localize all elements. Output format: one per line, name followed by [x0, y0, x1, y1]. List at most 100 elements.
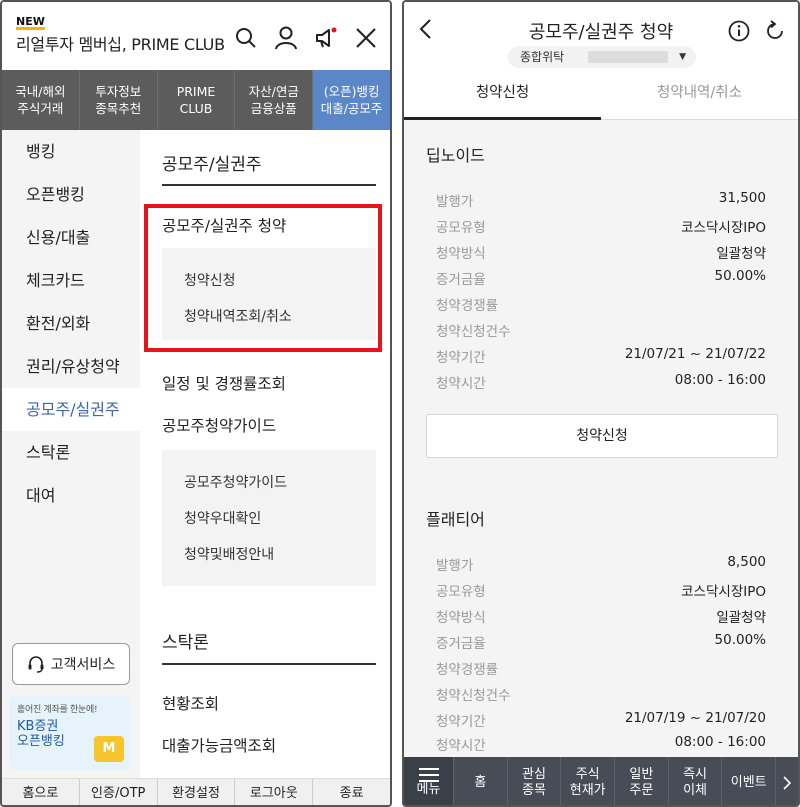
row-label: 청약신청건수 [436, 324, 511, 340]
account-label: 종합위탁 [520, 50, 565, 64]
bottom-cert-otp[interactable]: 인증/OTP [80, 779, 158, 805]
left-screen: NEW 리얼투자 멤버십, PRIME CLUB 국내/해외 주식거래 투자정보… [0, 0, 392, 807]
row-label: 청약경쟁률 [436, 662, 499, 678]
row-label: 청약신청건수 [436, 688, 511, 704]
sidebar-item-ipo[interactable]: 공모주/실권주 [2, 388, 140, 431]
tab-apply[interactable]: 청약신청 [404, 76, 601, 120]
info-row: 발행가 31,500 [436, 190, 766, 210]
info-row: 청약기간 21/07/21 ~ 21/07/22 [436, 346, 766, 366]
row-value: 일괄청약 [716, 246, 766, 262]
info-row: 증거금율 50.00% [436, 632, 766, 652]
row-label: 청약경쟁률 [436, 298, 499, 314]
sidebar-item-open-banking[interactable]: 오픈뱅킹 [2, 173, 140, 216]
info-row: 청약시간 08:00 - 16:00 [436, 372, 766, 392]
megaphone-icon[interactable] [310, 22, 342, 54]
brand[interactable]: NEW 리얼투자 멤버십, PRIME CLUB [16, 16, 225, 55]
topnav-stock-trading[interactable]: 국내/해외 주식거래 [2, 70, 80, 130]
promo-line2: KB증권 [17, 719, 59, 734]
headset-icon [28, 656, 44, 673]
customer-service-button[interactable]: 고객서비스 [12, 643, 130, 685]
masked-account-number [588, 51, 668, 63]
info-row: 청약방식 일괄청약 [436, 606, 766, 626]
sidebar: 뱅킹 오픈뱅킹 신용/대출 체크카드 환전/외화 권리/유상청약 공모주/실권주… [2, 130, 140, 778]
section-divider [162, 663, 376, 665]
refresh-icon[interactable] [764, 20, 786, 46]
bottom-nav-order[interactable]: 일반 주문 [615, 757, 669, 805]
row-label: 청약방식 [436, 246, 486, 262]
sidebar-item-stockloan[interactable]: 스탁론 [2, 431, 140, 474]
tab-history-cancel[interactable]: 청약내역/취소 [601, 76, 798, 119]
info-row: 공모유형 코스닥시장IPO [436, 216, 766, 236]
info-icon[interactable] [728, 20, 750, 46]
bottom-exit[interactable]: 종료 [313, 779, 390, 805]
row-label: 청약시간 [436, 738, 486, 754]
menu-schedule[interactable]: 일정 및 경쟁률조회 [162, 372, 286, 394]
bottom-home[interactable]: 홈으로 [2, 779, 80, 805]
bottom-nav-quote[interactable]: 주식 현재가 [561, 757, 616, 805]
row-value: 코스닥시장IPO [681, 220, 766, 236]
row-value: 31,500 [718, 190, 766, 206]
info-row: 청약방식 일괄청약 [436, 242, 766, 262]
submenu-allocation-info[interactable]: 청약및배정안내 [184, 544, 274, 564]
promo-line1: 흩어진 계좌를 한눈에! [17, 705, 98, 715]
row-value: 8,500 [727, 554, 766, 570]
bottom-nav-transfer[interactable]: 즉시 이체 [669, 757, 723, 805]
chevron-right-icon[interactable] [776, 757, 798, 805]
sidebar-item-rights[interactable]: 권리/유상청약 [2, 345, 140, 388]
menu-loan-limit[interactable]: 대출가능금액조회 [162, 734, 276, 756]
section-divider [162, 184, 376, 186]
bottom-settings[interactable]: 환경설정 [158, 779, 236, 805]
submenu-ipo-guide[interactable]: 공모주청약가이드 [184, 472, 287, 492]
brand-title: 리얼투자 멤버십, PRIME CLUB [16, 35, 225, 54]
row-value: 50.00% [714, 268, 766, 284]
top-category-nav: 국내/해외 주식거래 투자정보 종목추천 PRIME CLUB 자산/연금 금융… [2, 70, 390, 130]
row-label: 증거금율 [436, 636, 486, 652]
user-icon[interactable] [270, 22, 302, 54]
row-label: 공모유형 [436, 584, 486, 600]
sidebar-item-lending[interactable]: 대여 [2, 474, 140, 517]
sidebar-item-exchange[interactable]: 환전/외화 [2, 302, 140, 345]
stock-name: 플래티어 [426, 510, 485, 529]
bottom-bar: 홈으로 인증/OTP 환경설정 로그아웃 종료 [2, 778, 390, 805]
bottom-logout[interactable]: 로그아웃 [235, 779, 314, 805]
topnav-prime-club[interactable]: PRIME CLUB [158, 70, 236, 130]
bottom-nav-menu[interactable]: 메뉴 [404, 757, 454, 805]
search-icon[interactable] [230, 22, 262, 54]
sidebar-item-check-card[interactable]: 체크카드 [2, 259, 140, 302]
sidebar-item-banking[interactable]: 뱅킹 [2, 130, 140, 173]
subscription-list: 딥노이드 발행가 31,500 공모유형 코스닥시장IPO 청약방식 일괄청약 증거금… [404, 120, 798, 757]
apply-button[interactable]: 청약신청 [426, 414, 778, 458]
bottom-nav-watchlist[interactable]: 관심 종목 [508, 757, 562, 805]
highlight-frame [144, 204, 382, 352]
account-selector[interactable]: 종합위탁 ▼ [508, 46, 696, 68]
submenu-preference-check[interactable]: 청약우대확인 [184, 508, 261, 528]
new-badge: NEW [16, 15, 45, 28]
close-icon[interactable] [350, 22, 382, 54]
info-row: 청약시간 08:00 - 16:00 [436, 734, 766, 754]
info-row: 증거금율 50.00% [436, 268, 766, 288]
bottom-nav-event[interactable]: 이벤트 [722, 757, 777, 805]
topnav-investment-info[interactable]: 투자정보 종목추천 [80, 70, 158, 130]
section-title-ipo: 공모주/실권주 [162, 155, 262, 175]
info-row: 청약신청건수 [436, 684, 766, 704]
info-row: 청약경쟁률 [436, 658, 766, 678]
left-header: NEW 리얼투자 멤버십, PRIME CLUB [2, 2, 390, 70]
row-value: 50.00% [714, 632, 766, 648]
row-label: 청약기간 [436, 714, 486, 730]
menu-status[interactable]: 현황조회 [162, 692, 219, 714]
row-label: 청약방식 [436, 610, 486, 626]
row-label: 발행가 [436, 194, 474, 210]
menu-guide[interactable]: 공모주청약가이드 [162, 414, 276, 436]
bottom-nav-home[interactable]: 홈 [454, 757, 508, 805]
topnav-asset-pension[interactable]: 자산/연금 금융상품 [235, 70, 314, 130]
right-screen: 공모주/실권주 청약 종합위탁 ▼ 청약신청 청약내역/취소 딥노이드 발행가 3… [402, 0, 800, 807]
row-value: 21/07/19 ~ 21/07/20 [624, 710, 766, 726]
hamburger-icon [418, 768, 439, 782]
promo-banner[interactable]: 흩어진 계좌를 한눈에! KB증권 오픈뱅킹 M [10, 696, 130, 770]
info-row: 청약기간 21/07/19 ~ 21/07/20 [436, 710, 766, 730]
row-label: 공모유형 [436, 220, 486, 236]
guide-submenu: 공모주청약가이드 청약우대확인 청약및배정안내 [162, 450, 376, 586]
topnav-banking-ipo[interactable]: (오픈)뱅킹 대출/공모주 [313, 70, 390, 130]
sidebar-item-credit-loan[interactable]: 신용/대출 [2, 216, 140, 259]
tab-bar: 청약신청 청약내역/취소 [404, 76, 798, 120]
